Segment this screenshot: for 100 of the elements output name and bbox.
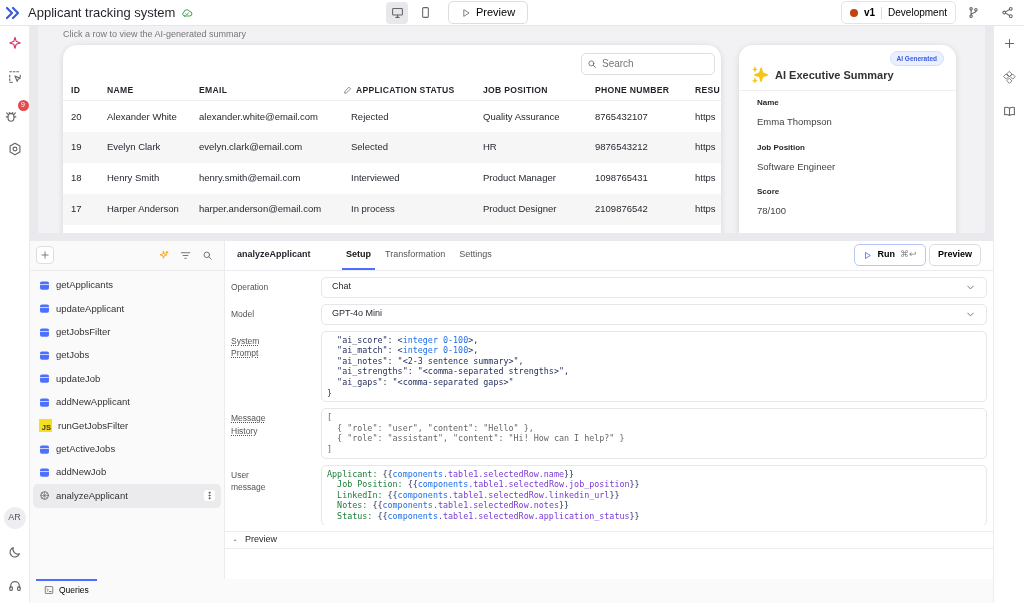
hint-text: Click a row to view the AI-generated summary: [63, 28, 248, 41]
code-line: { "role": "assistant", "content": "Hi! How can I help?" }: [336, 433, 625, 444]
field-label: Job Position: [757, 141, 806, 154]
column-header[interactable]: APPLICATION STATUS: [335, 74, 475, 101]
query-item[interactable]: addNewApplicant: [33, 390, 221, 414]
code-line: "ai_strengths": "<comma-separated strengths>",: [336, 366, 570, 377]
summary-title: AI Executive Summary: [775, 68, 894, 83]
code-line: LinkedIn: {{components.table1.selectedRow.linkedin_url}}: [336, 489, 620, 501]
column-header[interactable]: EMAIL: [191, 74, 335, 101]
query-item[interactable]: getJobs: [33, 343, 221, 368]
editor-tab[interactable]: Settings: [455, 242, 496, 270]
select-field[interactable]: GPT-4o Mini: [321, 303, 987, 325]
editor-tab[interactable]: Setup: [342, 242, 375, 270]
branch-icon: [966, 6, 980, 19]
column-header[interactable]: NAME: [99, 74, 191, 101]
query-item[interactable]: getActiveJobs: [33, 437, 221, 461]
preview-button[interactable]: Preview: [928, 244, 981, 266]
field-value: Software Engineer: [757, 159, 837, 174]
field-value: Emma Thompson: [757, 115, 833, 130]
version-button[interactable]: v1 Development: [840, 1, 956, 24]
preview-button[interactable]: Preview: [448, 1, 529, 24]
database-icon: [39, 279, 50, 291]
logo-icon[interactable]: [6, 4, 22, 21]
table-cell: https: [687, 131, 721, 163]
table-cell: 18: [63, 162, 99, 194]
database-icon: [39, 303, 50, 315]
user-avatar[interactable]: AR: [3, 507, 26, 529]
desktop-view-button[interactable]: [386, 1, 408, 24]
field-label: System Prompt: [231, 334, 261, 361]
queries-tab[interactable]: Queries: [36, 579, 97, 600]
table-cell: Henry Smith: [99, 162, 191, 194]
table-cell: In process: [335, 193, 475, 225]
field-value: 78/100: [757, 203, 788, 218]
code-line: { "role": "user", "content": "Hello" },: [336, 422, 534, 434]
database-icon: [39, 373, 50, 385]
pencil-icon: [343, 85, 352, 95]
query-item[interactable]: addNewJob: [33, 460, 221, 485]
table-cell: 9876543212: [587, 131, 687, 163]
cursor-select-icon: [7, 70, 22, 84]
database-icon: [39, 396, 50, 408]
ai-icon: [39, 490, 50, 502]
search-icon: [201, 249, 213, 261]
query-item[interactable]: updateJob: [33, 367, 221, 391]
moon-icon: [7, 545, 22, 559]
field-label: Name: [757, 97, 780, 110]
field-label: Score: [757, 185, 781, 198]
table-cell: 8765432107: [587, 100, 687, 132]
column-header[interactable]: JOB POSITION: [475, 74, 587, 101]
table-cell: Alexander White: [99, 100, 191, 132]
table-cell: harper.anderson@email.com: [191, 193, 335, 225]
play-icon: [461, 7, 471, 18]
table-cell: alexander.white@email.com: [191, 100, 335, 132]
sparkle-icon: [157, 249, 169, 261]
database-icon: [39, 326, 50, 338]
code-line: "ai_score": <integer 0-100>,: [336, 334, 479, 346]
column-header[interactable]: RESU: [687, 74, 721, 101]
query-item[interactable]: analyzeApplicant: [33, 484, 221, 508]
code-line: "ai_match": <integer 0-100>,: [336, 345, 479, 356]
table-cell: Harper Anderson: [99, 193, 191, 225]
code-line: "ai_notes": "<2-3 sentence summary>",: [336, 355, 524, 367]
column-header[interactable]: PHONE NUMBER: [587, 74, 687, 101]
editor-tab[interactable]: Transformation: [381, 242, 450, 270]
query-item[interactable]: getJobsFilter: [33, 320, 221, 344]
share-icon: [1000, 6, 1014, 19]
version-label: v1: [863, 6, 876, 20]
search-icon: [587, 58, 597, 69]
query-name: analyzeApplicant: [237, 248, 312, 262]
table-cell: Quality Assurance: [475, 100, 587, 132]
table-cell: 2109876542: [587, 193, 687, 225]
table-cell: 1098765431: [587, 162, 687, 194]
status-dot: [849, 8, 858, 17]
run-button[interactable]: Run ⌘↩: [854, 244, 926, 266]
table-cell: evelyn.clark@email.com: [191, 131, 335, 163]
book-icon: [1002, 104, 1016, 118]
query-item[interactable]: updateApplicant: [33, 297, 221, 321]
code-editor[interactable]: [321, 464, 987, 526]
environment-label: Development: [888, 6, 947, 20]
code-line: Status: {{components.table1.selectedRow.application_status}}: [336, 510, 640, 522]
code-line: [: [327, 412, 333, 423]
code-line: "ai_gaps": "<comma-separated gaps>": [336, 377, 514, 388]
select-field[interactable]: Chat: [321, 276, 987, 298]
plus-icon: [1002, 36, 1016, 50]
table-cell: https: [687, 162, 721, 194]
terminal-icon: [44, 585, 54, 596]
search-field[interactable]: Search: [581, 52, 715, 75]
code-line: Notes: {{components.table1.selectedRow.notes}}: [336, 500, 570, 511]
column-header[interactable]: ID: [63, 74, 99, 101]
app-title: Applicant tracking system: [28, 3, 176, 22]
code-line: ]: [327, 443, 333, 455]
sparkles-icon: [751, 66, 769, 85]
database-icon: [39, 350, 50, 361]
code-editor[interactable]: [ { "role": "user", "content": "Hello" }, { "role": "assistant", "content": "Hi! How can I help?" } ]: [321, 408, 987, 459]
query-item[interactable]: getApplicants: [33, 273, 221, 298]
table-cell: Rejected: [335, 100, 475, 132]
more-icon[interactable]: [204, 490, 215, 502]
field-label: Message History: [231, 412, 267, 438]
code-editor[interactable]: "ai_score": <integer 0-100>, "ai_match": <integer 0-100>, "ai_notes": "<2-3 sentence summary>", "ai_strengths": "<comma-separated strengths>", "ai_gaps": "<comma-separated gaps>" }: [321, 330, 987, 403]
filter-icon: [179, 249, 191, 261]
desktop-icon: [390, 6, 404, 19]
table-cell: henry.smith@email.com: [191, 162, 335, 194]
